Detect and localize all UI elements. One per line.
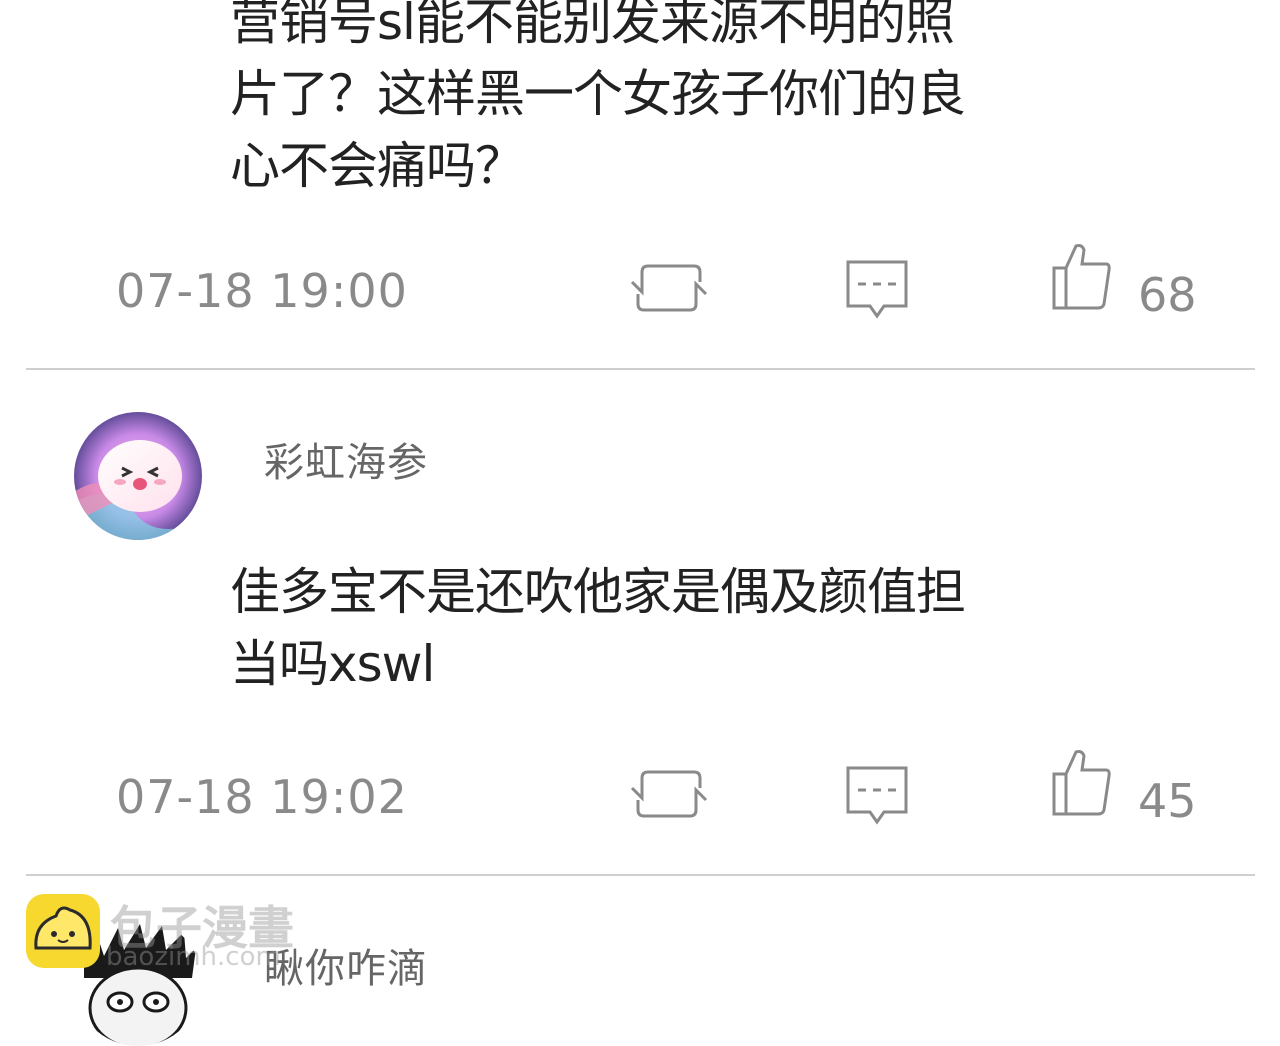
- avatar[interactable]: [74, 412, 202, 540]
- comment-text-line: 营销号sl能不能别发来源不明的照: [230, 0, 955, 51]
- bun-logo-icon: [26, 894, 100, 968]
- watermark: 包子漫畫 baozimh.com: [26, 894, 346, 1000]
- comment-text-line: 当吗xswl: [230, 635, 435, 693]
- like-count: 45: [1138, 774, 1197, 828]
- username[interactable]: 彩虹海参: [264, 430, 428, 488]
- watermark-url: baozimh.com: [106, 942, 281, 972]
- thumbs-up-icon[interactable]: [1052, 748, 1112, 818]
- divider: [26, 368, 1255, 370]
- comment-text-line: 佳多宝不是还吹他家是偶及颜值担: [230, 563, 966, 621]
- repost-icon[interactable]: [630, 260, 708, 316]
- comment-1-action-bar: 07-18 19:00 68: [0, 242, 1280, 332]
- like-count: 68: [1138, 268, 1197, 322]
- comment-text-line: 片了？这样黑一个女孩子你们的良: [230, 65, 966, 123]
- comment-2-text: 佳多宝不是还吹他家是偶及颜值担 当吗xswl: [230, 556, 1130, 700]
- comment-1-text: 营销号sl能不能别发来源不明的照 片了？这样黑一个女孩子你们的良 心不会痛吗？: [230, 0, 1130, 202]
- comment-timestamp: 07-18 19:00: [116, 264, 408, 318]
- comment-icon[interactable]: [846, 764, 908, 826]
- comment-text-line: 心不会痛吗？: [230, 137, 525, 195]
- comment-icon[interactable]: [846, 258, 908, 320]
- divider: [26, 874, 1255, 876]
- repost-icon[interactable]: [630, 766, 708, 822]
- comment-timestamp: 07-18 19:02: [116, 770, 408, 824]
- comment-2-action-bar: 07-18 19:02 45: [0, 748, 1280, 838]
- thumbs-up-icon[interactable]: [1052, 242, 1112, 312]
